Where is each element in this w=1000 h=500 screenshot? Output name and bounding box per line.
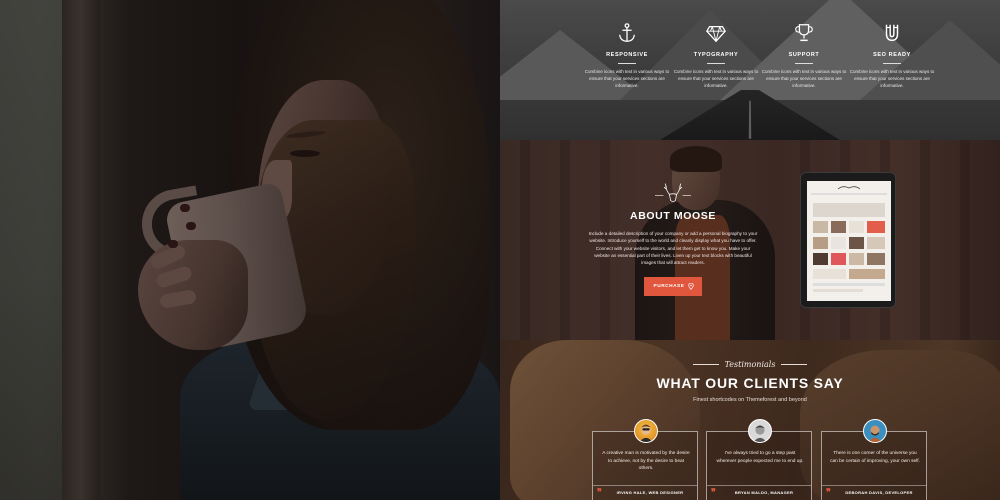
about-section: ABOUT MOOSE Include a detailed descripti… [500,140,1000,340]
purchase-button[interactable]: PURCHASE [643,276,703,296]
testimonials-title: WHAT OUR CLIENTS SAY [656,375,844,391]
quote-icon: ❞ [597,488,602,498]
features-section: RESPONSIVE Combine icons with text in va… [500,0,1000,140]
feature-text: Combine icons with text in various ways … [761,69,847,88]
avatar [863,419,887,443]
testimonial-card: A creative man is motivated by the desir… [592,419,698,500]
quote-icon: ❞ [711,488,716,498]
testimonials-header: Testimonials WHAT OUR CLIENTS SAY Finest… [500,360,1000,403]
theme-preview: RESPONSIVE Combine icons with text in va… [500,0,1000,500]
testimonial-card: I've always tried to go a step past wher… [706,419,812,500]
eye [290,150,320,157]
mockup-logo [837,186,861,190]
feature-responsive: RESPONSIVE Combine icons with text in va… [582,22,672,90]
testimonial-author: BRYAN MALDO, MANAGER [734,490,794,495]
feature-typography: TYPOGRAPHY Combine icons with text in va… [671,22,761,90]
tablet-mockup [800,172,896,308]
about-text: Include a detailed description of your c… [588,231,758,266]
diamond-icon [706,25,726,43]
testimonial-author: IRVING HALE, WEB DESIGNER [616,490,684,495]
fingernail [180,204,190,212]
testimonial-card: There is one corner of the universe you … [821,419,927,500]
feature-text: Combine icons with text in various ways … [849,69,935,88]
magnet-icon [885,24,899,42]
map-pin-icon [688,282,695,290]
fingernail [186,222,196,230]
tablet-screen [807,181,891,301]
feature-text: Combine icons with text in various ways … [584,69,670,88]
moose-antlers-icon [655,183,691,202]
avatar [634,419,658,443]
feature-title: SEO READY [873,52,911,58]
about-title: ABOUT MOOSE [630,210,716,222]
about-content: ABOUT MOOSE Include a detailed descripti… [588,180,758,296]
feature-seo-ready: SEO READY Combine icons with text in var… [847,22,937,90]
testimonials-section: Testimonials WHAT OUR CLIENTS SAY Finest… [500,340,1000,500]
trophy-icon [795,24,813,42]
testimonial-text: There is one corner of the universe you … [830,451,920,464]
testimonial-text: I've always tried to go a step past wher… [716,451,804,464]
feature-support: SUPPORT Combine icons with text in vario… [759,22,849,90]
feature-title: RESPONSIVE [606,52,648,58]
quote-icon: ❞ [826,488,831,498]
testimonial-author: DEBORAH DAVIS, DEVELOPER [845,490,913,495]
feature-title: TYPOGRAPHY [693,52,739,58]
testimonials-subtitle: Finest shortcodes on Themeforest and bey… [693,397,807,403]
purchase-button-label: PURCHASE [653,283,685,289]
testimonial-text: A creative man is motivated by the desir… [602,451,690,472]
testimonials-script-label: Testimonials [724,360,776,369]
window-frame [62,0,100,500]
avatar [748,419,772,443]
anchor-icon [619,23,635,42]
fingernail [168,240,178,248]
feature-title: SUPPORT [788,52,820,58]
hero-photo-woman-drinking [0,0,500,500]
feature-text: Combine icons with text in various ways … [673,69,759,88]
